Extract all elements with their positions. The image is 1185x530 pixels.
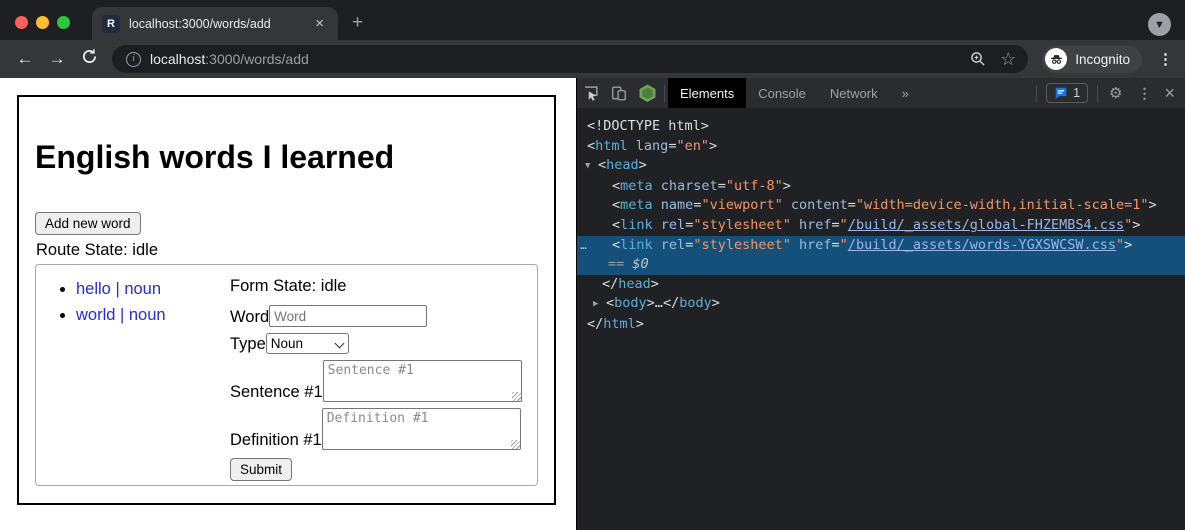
word-list: hello | noun world | noun — [36, 280, 230, 485]
code-line[interactable]: </html> — [577, 315, 1185, 335]
code-line[interactable]: ▼<head> — [577, 156, 1185, 177]
browser-toolbar: ← → i localhost:3000/words/add ☆ Incogni… — [0, 40, 1185, 78]
maximize-window-button[interactable] — [57, 16, 70, 29]
type-select[interactable]: Noun — [266, 333, 349, 354]
content-area: English words I learned Add new word Rou… — [0, 78, 1185, 530]
definition-textarea[interactable] — [322, 408, 521, 450]
word-label: Word — [230, 308, 269, 327]
code-line[interactable]: <link rel="stylesheet" href="/build/_ass… — [577, 216, 1185, 236]
devtools-tab-elements[interactable]: Elements — [668, 78, 746, 108]
browser-window: R localhost:3000/words/add × + ▼ ← → i l… — [0, 0, 1185, 530]
word-link[interactable]: world | noun — [76, 306, 166, 324]
code-line[interactable]: <!DOCTYPE html> — [577, 117, 1185, 137]
code-line[interactable]: …<link rel="stylesheet" href="/build/_as… — [577, 236, 1185, 256]
node-extension-button[interactable] — [633, 78, 661, 108]
toolbar-divider — [1036, 85, 1037, 102]
tab-search-chevron-icon[interactable]: ▼ — [1148, 13, 1171, 36]
word-list-item: world | noun — [76, 306, 230, 325]
submit-button[interactable]: Submit — [230, 458, 292, 481]
route-state-text: Route State: idle — [36, 241, 538, 260]
devtools-settings-button[interactable]: ⚙ — [1101, 84, 1130, 102]
tab-title: localhost:3000/words/add — [129, 17, 311, 31]
issues-count: 1 — [1073, 86, 1080, 100]
inspect-element-button[interactable] — [577, 78, 605, 108]
code-line[interactable]: <html lang="en"> — [577, 137, 1185, 157]
incognito-label: Incognito — [1075, 52, 1130, 67]
green-hexagon-icon — [638, 83, 657, 103]
code-line[interactable]: <meta charset="utf-8"> — [577, 177, 1185, 197]
close-window-button[interactable] — [15, 16, 28, 29]
add-new-word-button[interactable]: Add new word — [35, 212, 141, 235]
app-container: English words I learned Add new word Rou… — [17, 95, 556, 505]
reload-icon — [81, 48, 98, 65]
tab-bar: R localhost:3000/words/add × + ▼ — [0, 0, 1185, 40]
url-host: localhost — [150, 51, 205, 67]
word-list-item: hello | noun — [76, 280, 230, 299]
type-label: Type — [230, 335, 266, 354]
page-title: English words I learned — [35, 139, 538, 176]
device-toolbar-icon — [610, 84, 628, 102]
word-input[interactable] — [269, 305, 427, 327]
devtools-tab-more-tabs[interactable]: » — [890, 78, 921, 108]
issues-counter-button[interactable]: 1 — [1046, 83, 1088, 103]
expand-arrow-icon[interactable]: ▶ — [593, 295, 606, 315]
form-state-text: Form State: idle — [230, 277, 528, 296]
magnifier-plus-icon — [970, 51, 986, 67]
devtools-tab-console[interactable]: Console — [746, 78, 818, 108]
reload-button[interactable] — [76, 48, 102, 70]
code-line[interactable]: == $0 — [577, 255, 1185, 275]
code-line[interactable]: <meta name="viewport" content="width=dev… — [577, 196, 1185, 216]
remix-favicon-icon: R — [102, 15, 120, 33]
toolbar-divider — [1097, 85, 1098, 102]
incognito-badge: Incognito — [1042, 46, 1142, 73]
issues-bubble-icon — [1054, 86, 1068, 100]
devtools-toolbar: ElementsConsoleNetwork» 1 ⚙ ⋮ × — [577, 78, 1185, 108]
devtools-tab-network[interactable]: Network — [818, 78, 890, 108]
close-tab-icon[interactable]: × — [311, 15, 328, 32]
zoom-button[interactable] — [970, 51, 986, 67]
url-text[interactable]: localhost:3000/words/add — [150, 51, 970, 67]
definition-label: Definition #1 — [230, 431, 322, 450]
toolbar-divider — [664, 85, 665, 102]
collapse-arrow-icon[interactable]: ▼ — [585, 157, 598, 177]
code-line[interactable]: ▶<body>…</body> — [577, 294, 1185, 315]
dom-tree: <!DOCTYPE html><html lang="en">▼<head><m… — [577, 108, 1185, 530]
devtools-panel: ElementsConsoleNetwork» 1 ⚙ ⋮ × <!DOCTYP… — [576, 78, 1185, 530]
devtools-toolbar-right: 1 ⚙ ⋮ × — [1033, 83, 1185, 104]
inspect-cursor-icon — [582, 84, 600, 102]
new-tab-button[interactable]: + — [352, 12, 363, 34]
forward-button[interactable]: → — [44, 49, 70, 69]
site-info-icon[interactable]: i — [126, 52, 141, 67]
sentence-textarea[interactable] — [323, 360, 522, 402]
window-controls — [15, 16, 70, 29]
code-line[interactable]: </head> — [577, 275, 1185, 295]
browser-menu-button[interactable]: ⋮ — [1158, 50, 1173, 68]
web-page: English words I learned Add new word Rou… — [0, 78, 576, 530]
words-panel: hello | noun world | noun Form State: idl… — [35, 264, 538, 486]
incognito-icon — [1045, 48, 1067, 70]
back-button[interactable]: ← — [12, 49, 38, 69]
minimize-window-button[interactable] — [36, 16, 49, 29]
devtools-menu-button[interactable]: ⋮ — [1130, 85, 1158, 102]
add-word-form: Form State: idle Word Type Noun — [230, 265, 537, 485]
type-select-wrap: Noun — [266, 333, 349, 354]
sentence-label: Sentence #1 — [230, 383, 323, 402]
address-bar[interactable]: i localhost:3000/words/add ☆ — [112, 45, 1028, 73]
toggle-device-toolbar-button[interactable] — [605, 78, 633, 108]
show-more-icon[interactable]: … — [580, 236, 587, 256]
bookmark-star-icon[interactable]: ☆ — [1000, 49, 1016, 70]
devtools-close-button[interactable]: × — [1158, 83, 1185, 104]
browser-tab[interactable]: R localhost:3000/words/add × — [92, 7, 338, 40]
devtools-tabs: ElementsConsoleNetwork» — [668, 78, 921, 108]
word-link[interactable]: hello | noun — [76, 280, 161, 298]
url-path: :3000/words/add — [205, 51, 309, 67]
